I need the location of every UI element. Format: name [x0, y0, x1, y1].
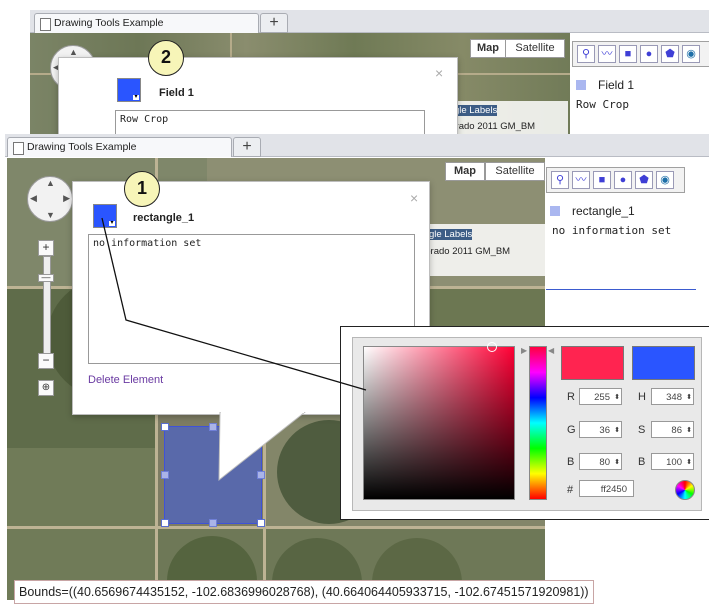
polygon-icon[interactable]: ⬟	[661, 45, 679, 63]
color-wheel-icon[interactable]	[675, 480, 695, 500]
marker-icon[interactable]: ⚲	[577, 45, 595, 63]
close-icon[interactable]: ×	[410, 190, 418, 206]
back-tab-title: Drawing Tools Example	[54, 17, 164, 29]
color-picker: ▶ ◀ R 255 ⬍ G 36 ⬍ B 80 ⬍ H 348 ⬍ S 86 ⬍ B 10…	[340, 326, 709, 520]
red-value: 255	[594, 392, 610, 403]
brightness-value: 100	[666, 457, 682, 468]
resize-handle[interactable]	[161, 519, 169, 527]
hex-value: ff2450	[600, 484, 627, 495]
close-icon[interactable]: ×	[435, 65, 443, 81]
h-label: H	[638, 391, 646, 403]
circle-icon[interactable]: ●	[614, 171, 632, 189]
zoom-slider-track[interactable]	[43, 256, 51, 356]
globe-icon[interactable]: ◉	[682, 45, 700, 63]
front-map-type-satellite[interactable]: Satellite	[485, 162, 545, 181]
callout-badge-2: 2	[148, 40, 184, 76]
hue-slider[interactable]	[529, 346, 547, 500]
back-new-tab-button[interactable]: +	[260, 13, 288, 33]
g-label: G	[567, 424, 576, 436]
side-list-description: no information set	[552, 224, 672, 237]
resize-handle[interactable]	[257, 519, 265, 527]
back-drawing-toolbar: ⚲ 〰 ■ ● ⬟ ◉	[572, 41, 709, 67]
page-icon	[13, 142, 24, 155]
front-map-type-map[interactable]: Map	[445, 162, 485, 181]
saturation-brightness-field[interactable]	[363, 346, 515, 500]
front-side-list-item[interactable]: rectangle_1 no information set	[550, 202, 700, 242]
side-list-description: Row Crop	[576, 98, 629, 111]
current-color-preview[interactable]	[632, 346, 695, 380]
front-tab-bar: Drawing Tools Example +	[5, 134, 709, 157]
zoom-slider-handle[interactable]: —	[38, 273, 54, 282]
hue-value: 348	[666, 392, 682, 403]
brightness-input[interactable]: 100 ⬍	[651, 453, 694, 470]
front-zoom-out-button[interactable]: −	[38, 353, 54, 369]
back-map-type-satellite[interactable]: Satellite	[505, 39, 565, 58]
front-browser-tab[interactable]: Drawing Tools Example	[7, 137, 232, 157]
back-info-popup: ▾ Field 1 × Row Crop	[58, 57, 458, 136]
front-drawing-toolbar: ⚲ 〰 ■ ● ⬟ ◉	[546, 167, 685, 193]
globe-icon[interactable]: ◉	[656, 171, 674, 189]
hue-input[interactable]: 348 ⬍	[651, 388, 694, 405]
saturation-value: 86	[671, 425, 682, 436]
rectangle-icon[interactable]: ■	[619, 45, 637, 63]
color-picker-panel: ▶ ◀ R 255 ⬍ G 36 ⬍ B 80 ⬍ H 348 ⬍ S 86 ⬍ B 10…	[352, 337, 702, 511]
back-browser-tab[interactable]: Drawing Tools Example	[34, 13, 259, 33]
hex-label: #	[567, 484, 574, 496]
back-map-type-map[interactable]: Map	[470, 39, 506, 58]
red-input[interactable]: 255 ⬍	[579, 388, 622, 405]
hue-arrow-left-icon[interactable]: ▶	[521, 346, 527, 355]
blue-input[interactable]: 80 ⬍	[579, 453, 622, 470]
resize-handle[interactable]	[209, 519, 217, 527]
zoom-extent-icon[interactable]: ⊕	[38, 380, 54, 396]
front-tab-title: Drawing Tools Example	[27, 141, 137, 153]
color-cursor-icon[interactable]	[487, 342, 497, 352]
polyline-icon[interactable]: 〰	[572, 171, 590, 189]
front-zoom-in-button[interactable]: +	[38, 240, 54, 256]
callout-badge-1: 1	[124, 171, 160, 207]
saturation-input[interactable]: 86 ⬍	[651, 421, 694, 438]
back-side-list-item[interactable]: Field 1 Row Crop	[576, 76, 706, 116]
color-indicator-icon	[576, 80, 586, 90]
side-list-name: rectangle_1	[572, 204, 635, 218]
polygon-icon[interactable]: ⬟	[635, 171, 653, 189]
green-value: 36	[599, 425, 610, 436]
color-indicator-icon	[550, 206, 560, 216]
new-color-preview	[561, 346, 624, 380]
b-label: B	[567, 456, 575, 468]
s-label: S	[638, 424, 646, 436]
hue-arrow-right-icon[interactable]: ◀	[548, 346, 554, 355]
side-panel-divider	[546, 289, 696, 290]
description-textarea[interactable]: Row Crop	[115, 110, 425, 136]
side-list-name: Field 1	[598, 78, 635, 92]
green-input[interactable]: 36 ⬍	[579, 421, 622, 438]
color-swatch-button[interactable]: ▾	[117, 78, 141, 102]
resize-handle[interactable]	[161, 423, 169, 431]
front-new-tab-button[interactable]: +	[233, 137, 261, 157]
hex-input[interactable]: ff2450	[579, 480, 634, 497]
r-label: R	[567, 391, 575, 403]
polyline-icon[interactable]: 〰	[598, 45, 616, 63]
popup-pointer	[218, 412, 306, 482]
delete-element-link[interactable]: Delete Element	[88, 374, 163, 386]
resize-handle[interactable]	[161, 471, 169, 479]
circle-icon[interactable]: ●	[640, 45, 658, 63]
bounds-status: Bounds=((40.6569674435152, -102.68369960…	[14, 580, 594, 604]
element-name: rectangle_1	[133, 212, 195, 224]
brightness-label: B	[638, 456, 646, 468]
element-name: Field 1	[159, 87, 194, 99]
page-icon	[40, 18, 51, 31]
rectangle-icon[interactable]: ■	[593, 171, 611, 189]
back-tab-bar: Drawing Tools Example +	[30, 10, 709, 33]
blue-value: 80	[599, 457, 610, 468]
color-swatch-button[interactable]: ▾	[93, 204, 117, 228]
marker-icon[interactable]: ⚲	[551, 171, 569, 189]
back-browser-window: Drawing Tools Example + ▲◀▶▼ + Map Satel…	[30, 10, 709, 136]
front-pan-control[interactable]: ▲ ◀ ▶ ▼	[27, 176, 73, 222]
